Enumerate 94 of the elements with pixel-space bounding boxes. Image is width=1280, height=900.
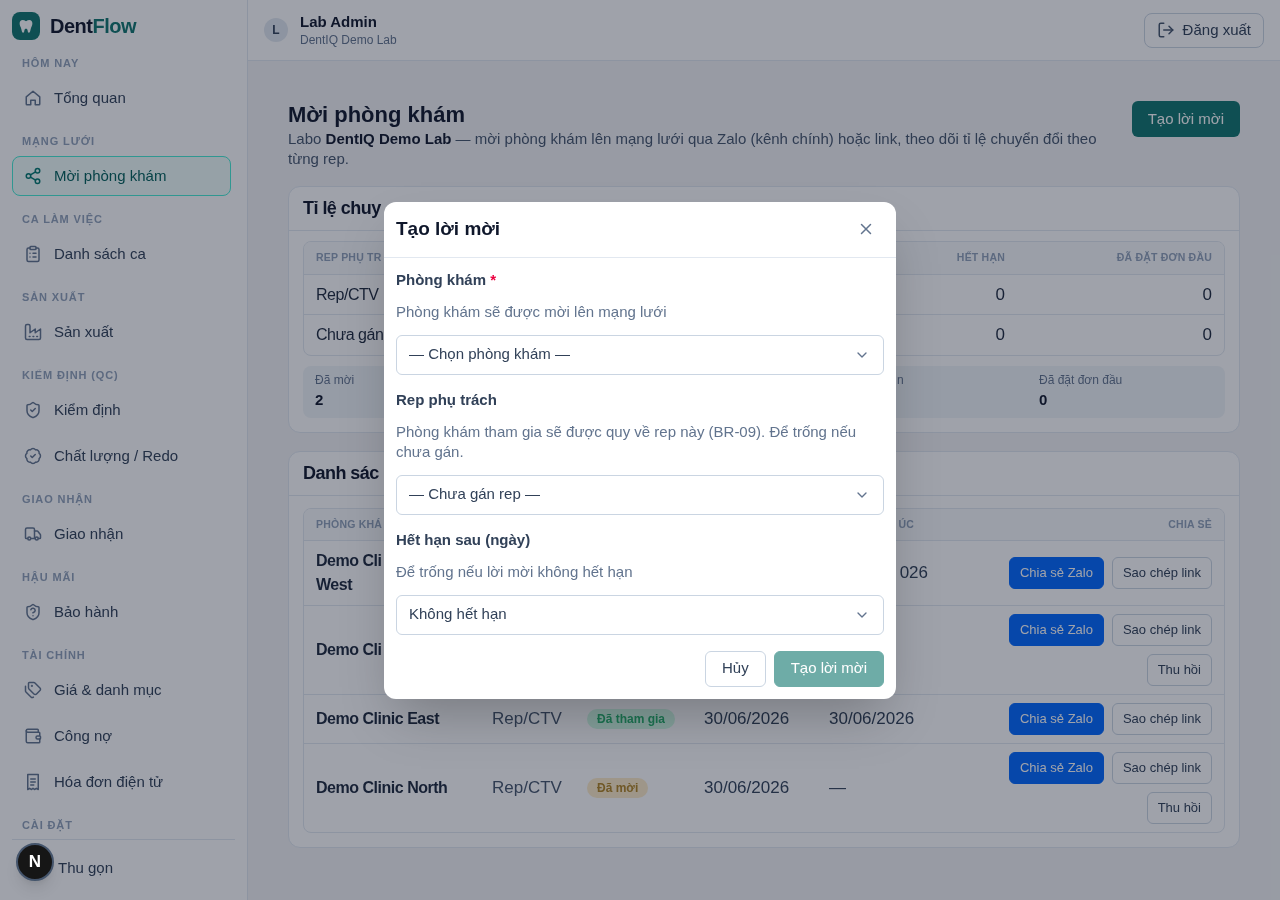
column-header: PHÒNG KHÁ (316, 516, 383, 532)
table-cell-text: 0 (995, 324, 1005, 347)
clinic-name: Demo Clinic North (316, 778, 448, 798)
action-button[interactable]: Thu hồi (1146, 654, 1212, 686)
tooth-logo-icon (12, 12, 40, 40)
share-icon (24, 167, 42, 185)
stat-label: Đã đặt đơn đầu (1039, 372, 1123, 388)
field-hint: Phòng khám tham gia sẽ được quy về rep này (BR-09). Để trống nếu chưa gán. (396, 421, 858, 462)
table-cell-text: — (829, 777, 846, 799)
action-button[interactable]: Sao chép link (1111, 752, 1212, 784)
action-button[interactable]: Sao chép link (1111, 557, 1212, 589)
stat-value: 0 (1039, 390, 1048, 410)
dialog-title: Tạo lời mời (396, 216, 501, 241)
nav-item[interactable]: Mời phòng khám (12, 156, 231, 196)
logout-button[interactable]: Đăng xuất (1143, 12, 1264, 48)
factory-icon (24, 323, 42, 341)
table-cell-text: 0 (1202, 283, 1212, 306)
field-label: Phòng khám * (396, 269, 497, 290)
section-heading: MẠNG LƯỚI (22, 134, 95, 149)
nav-item[interactable]: Giá & danh mục (12, 670, 231, 710)
brand-name: DentFlow (50, 14, 136, 39)
nav-item[interactable]: Công nợ (12, 716, 231, 756)
field-label: Rep phụ trách (396, 389, 497, 410)
nav-item[interactable]: Kiểm định (12, 390, 231, 430)
table-cell-text: Chưa gán (316, 325, 384, 345)
nav-item[interactable]: Danh sách ca (12, 234, 231, 274)
share-zalo-button[interactable]: Chia sẻ Zalo (1008, 557, 1104, 589)
user-name: Lab Admin (300, 12, 377, 32)
column-header: ĐÃ ĐẶT ĐƠN ĐẦU (1116, 250, 1212, 266)
section-heading: HÔM NAY (22, 56, 80, 71)
column-header: CHIA SẺ (1168, 516, 1212, 532)
nav-item[interactable]: Chất lượng / Redo (12, 436, 231, 476)
stat-value: 2 (315, 390, 324, 410)
section-heading: CA LÀM VIỆC (22, 212, 103, 227)
stat-label: n (897, 372, 904, 388)
table-cell-text: 026 (899, 562, 928, 584)
share-zalo-button[interactable]: Chia sẻ Zalo (1008, 703, 1104, 735)
shield-question-icon (24, 603, 42, 621)
clipboard-icon (24, 245, 42, 263)
page-description: Labo DentIQ Demo Lab — mời phòng khám lên mạng lưới qua Zalo (kênh chính) hoặc link, theo dõi tỉ lệ chuyển đổi theo từng rep. (288, 129, 1098, 169)
section-heading: SẢN XUẤT (22, 290, 86, 305)
card-title: Danh sác (303, 462, 379, 485)
home-icon (24, 89, 42, 107)
nav-item[interactable]: Giao nhận (12, 514, 231, 554)
clinic-name: Demo Cli West (316, 551, 382, 595)
share-zalo-button[interactable]: Chia sẻ Zalo (1008, 752, 1104, 784)
wallet-icon (24, 727, 42, 745)
section-heading: KIỂM ĐỊNH (QC) (22, 368, 119, 383)
user-organization: DentIQ Demo Lab (300, 32, 397, 48)
status-tag: Đã mời (587, 778, 649, 798)
section-heading: TÀI CHÍNH (22, 648, 86, 663)
stat-label: Đã mời (315, 372, 355, 388)
field-label: Hết hạn sau (ngày) (396, 529, 531, 550)
select-field[interactable]: — Chưa gán rep — (396, 474, 884, 515)
select-field[interactable]: Không hết hạn (396, 594, 884, 635)
action-button[interactable]: Sao chép link (1111, 703, 1212, 735)
clinic-name: Demo Clinic East (316, 709, 440, 729)
table-cell-text: 0 (1202, 324, 1212, 347)
card-title: Tỉ lệ chuy (303, 197, 381, 220)
create-invite-button[interactable]: Tạo lời mời (1131, 101, 1240, 137)
section-heading: HẬU MÃI (22, 570, 76, 585)
clinic-name: Demo Cli (316, 640, 382, 660)
action-button[interactable]: Sao chép link (1111, 614, 1212, 646)
table-cell-text: Rep/CTV (316, 284, 379, 305)
table-cell-text: 30/06/2026 (829, 708, 915, 730)
badge-check-icon (24, 447, 42, 465)
receipt-icon (24, 773, 42, 791)
column-header: ÚC (898, 516, 914, 532)
table-cell-text: 0 (995, 283, 1005, 306)
select-field[interactable]: — Chọn phòng khám — (396, 334, 884, 375)
page-title: Mời phòng khám (288, 101, 466, 129)
nav-item[interactable]: Sản xuất (12, 312, 231, 352)
field-hint: Phòng khám sẽ được mời lên mạng lưới (396, 301, 668, 322)
nav-item[interactable]: Bảo hành (12, 592, 231, 632)
column-header: REP PHỤ TR (316, 250, 382, 266)
column-header: HẾT HẠN (956, 250, 1005, 266)
table-cell-text: 30/06/2026 (704, 777, 790, 799)
field-hint: Để trống nếu lời mời không hết hạn (396, 561, 634, 582)
table-cell-text: 30/06/2026 (704, 708, 790, 730)
shield-check-icon (24, 401, 42, 419)
logout-icon (1156, 21, 1175, 39)
share-zalo-button[interactable]: Chia sẻ Zalo (1008, 614, 1104, 646)
table-cell-text: Rep/CTV (492, 777, 562, 799)
table-cell-text: Rep/CTV (492, 708, 562, 730)
user-avatar: L (264, 18, 288, 42)
tags-icon (24, 681, 42, 699)
status-tag: Đã tham gia (587, 709, 675, 729)
truck-icon (24, 525, 42, 543)
nav-item[interactable]: Tổng quan (12, 78, 231, 118)
action-button[interactable]: Thu hồi (1146, 792, 1212, 824)
section-heading: GIAO NHẬN (22, 492, 93, 507)
section-heading: CÀI ĐẶT (22, 818, 73, 833)
cancel-button[interactable]: Hủy (704, 650, 766, 687)
nav-item[interactable]: Hóa đơn điện tử (12, 762, 231, 802)
